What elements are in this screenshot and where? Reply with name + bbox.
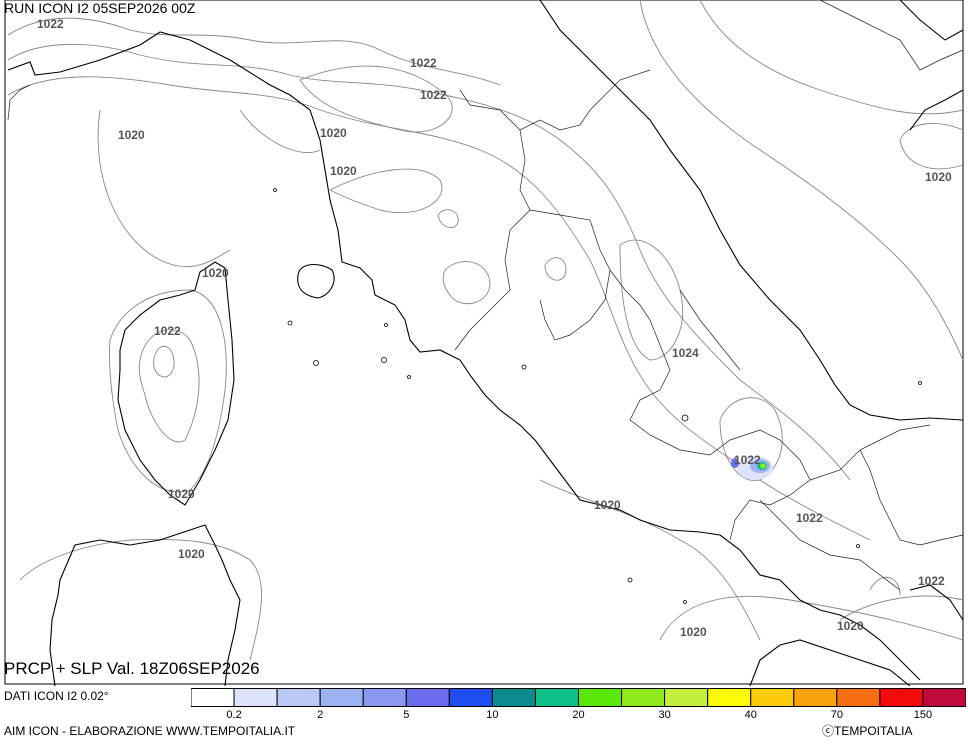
isobar-label: 1020 xyxy=(330,164,357,178)
isobar-label: 1022 xyxy=(918,574,945,588)
isobar-label: 1022 xyxy=(420,88,447,102)
isobar-label: 1020 xyxy=(320,126,347,140)
colorbar-tick-label: 20 xyxy=(572,709,585,721)
isobar-label: 1024 xyxy=(672,346,699,360)
brand-name: TEMPOITALIA xyxy=(834,724,913,738)
colorbar-tick-label: 70 xyxy=(830,709,843,721)
brand-label: ⓒTEMPOITALIA xyxy=(822,724,912,738)
colorbar-tick-label: 5 xyxy=(403,709,410,721)
colorbar-tick-label: 150 xyxy=(913,709,933,721)
colorbar-swatch xyxy=(233,688,278,707)
colorbar-swatch xyxy=(879,688,924,707)
colorbar-swatch xyxy=(750,688,795,707)
colorbar-tick-label: 2 xyxy=(317,709,324,721)
colorbar-tick-label: 40 xyxy=(744,709,757,721)
colorbar-swatch xyxy=(621,688,666,707)
credits-text: AIM ICON - ELABORAZIONE WWW.TEMPOITALIA.… xyxy=(4,724,296,738)
data-source-label: DATI ICON I2 0.02° xyxy=(4,689,109,703)
isobar-label: 1020 xyxy=(837,619,864,633)
isobar-label: 1022 xyxy=(154,324,181,338)
colorbar-swatch xyxy=(793,688,838,707)
colorbar-swatch xyxy=(191,688,235,707)
weather-map: 1022 1022 1022 1020 1020 1020 1020 1022 … xyxy=(4,0,964,686)
isobar-label: 1020 xyxy=(202,266,229,280)
copyright-icon: ⓒ xyxy=(822,724,835,738)
colorbar-tick-label: 0.2 xyxy=(226,709,242,721)
isobar-label: 1020 xyxy=(680,625,707,639)
isobar-label: 1020 xyxy=(118,128,145,142)
colorbar-tick-label: 10 xyxy=(486,709,499,721)
colorbar-swatch xyxy=(491,688,536,707)
colorbar-swatch xyxy=(534,688,580,707)
colorbar-swatch xyxy=(707,688,752,707)
colorbar-swatch xyxy=(922,688,966,707)
colorbar-swatch xyxy=(664,688,709,707)
colorbar-swatch xyxy=(836,688,881,707)
colorbar-swatch xyxy=(276,688,321,707)
colorbar-swatch xyxy=(362,688,407,707)
isobar-label: 1022 xyxy=(796,511,823,525)
isobar-label: 1022 xyxy=(410,56,437,70)
colorbar-swatch xyxy=(319,688,364,707)
colorbar-tick-label: 30 xyxy=(658,709,671,721)
colorbar-swatch xyxy=(448,688,493,707)
isobar-label: 1022 xyxy=(37,17,64,31)
map-frame xyxy=(4,0,964,685)
isobar-label: 1022 xyxy=(734,453,761,467)
run-title: RUN ICON I2 05SEP2026 00Z xyxy=(4,0,196,16)
isobar-label: 1020 xyxy=(178,547,205,561)
isobar-label: 1020 xyxy=(168,487,195,501)
isobar-label: 1020 xyxy=(925,170,952,184)
precipitation-colorbar xyxy=(191,688,966,707)
product-title: PRCP + SLP Val. 18Z06SEP2026 xyxy=(4,659,260,678)
colorbar-swatch xyxy=(578,688,623,707)
colorbar-swatch xyxy=(405,688,450,707)
isobar-label: 1020 xyxy=(594,498,621,512)
